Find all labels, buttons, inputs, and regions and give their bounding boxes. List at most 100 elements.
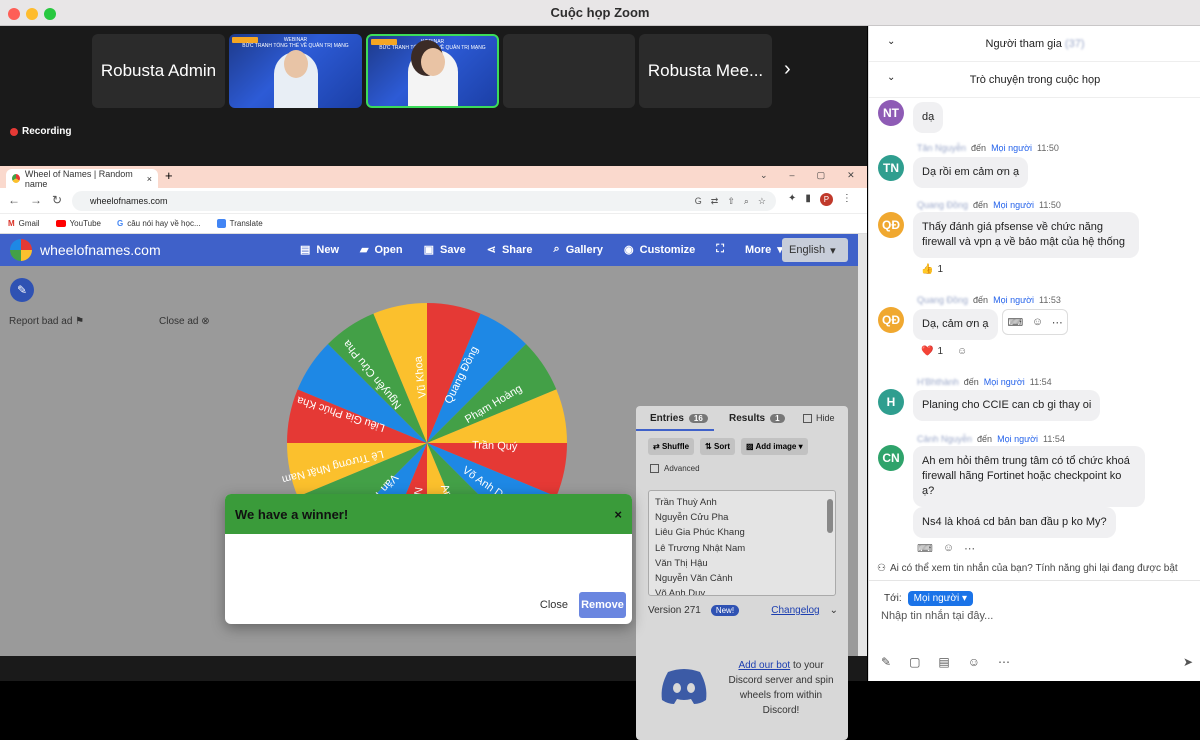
close-icon[interactable]: ✕ [847, 170, 855, 181]
participant-tile-empty[interactable] [503, 34, 635, 108]
chevron-down-icon[interactable]: ⌄ [887, 36, 895, 47]
bookmark-star-icon[interactable]: ☆ [758, 196, 766, 207]
more-icon[interactable]: ⋯ [1052, 316, 1063, 329]
share-icon[interactable]: ⇧ [727, 196, 735, 207]
chat-message[interactable]: Ns4 là khoá cd bản ban đầu p ko My? [913, 507, 1116, 538]
sidepanel-icon[interactable]: ▮ [805, 193, 811, 206]
minimize-icon[interactable]: – [790, 170, 795, 181]
recipient-link[interactable]: Mọi người [991, 143, 1032, 153]
chat-message[interactable]: Ah em hỏi thêm trung tâm có tổ chức khoá… [913, 446, 1145, 507]
nav-new[interactable]: ▤ New [300, 243, 339, 257]
emoji-icon[interactable]: ☺ [968, 655, 980, 669]
entries-scrollbar[interactable] [827, 499, 833, 533]
modal-remove-button[interactable]: Remove [579, 592, 626, 618]
nav-share[interactable]: ⋖ Share [487, 243, 533, 257]
chat-message[interactable]: Planing cho CCIE can cb gi thay oi [913, 390, 1101, 421]
fullscreen-icon[interactable]: ⛶ [716, 243, 724, 256]
chat-header[interactable]: ⌄ Trò chuyện trong cuộc họp [869, 62, 1200, 98]
nav-more[interactable]: More ▾ [745, 243, 783, 257]
nav-open[interactable]: ▰ Open [360, 243, 403, 257]
recipient-select[interactable]: Mọi người ▾ [907, 591, 973, 606]
tab-list-icon[interactable]: ⌄ [760, 170, 768, 181]
shuffle-button[interactable]: ⇄ Shuffle [648, 438, 695, 455]
tab-results[interactable]: Results 1 [729, 413, 785, 424]
back-icon[interactable]: ← [8, 193, 20, 207]
close-ad-link[interactable]: Close ad ⊗ [159, 316, 210, 327]
next-page-icon[interactable]: › [784, 58, 791, 81]
file-icon[interactable]: ▤ [938, 655, 949, 669]
participants-header[interactable]: ⌄ Người tham gia (37) [869, 26, 1200, 62]
report-ad-link[interactable]: Report bad ad ⚑ [9, 316, 84, 327]
entries-textarea[interactable]: Trần Thuỳ Anh Nguyễn Cửu Pha Liêu Gia Phúc… [648, 490, 836, 596]
site-name[interactable]: wheelofnames.com [40, 242, 161, 258]
screenshot-icon[interactable]: ▢ [909, 655, 920, 669]
privacy-note[interactable]: ⚇ Ai có thể xem tin nhắn của bạn? Tính nă… [877, 563, 1178, 574]
browser-tab[interactable]: Wheel of Names | Random name × [6, 169, 158, 189]
page-scrollbar[interactable] [858, 234, 867, 656]
chevron-down-icon: ▾ [798, 442, 803, 451]
advanced-checkbox[interactable]: Advanced [650, 464, 700, 473]
participant-video-1[interactable]: WEBINAR BỨC TRANH TỔNG THỂ VỀ QUẢN TRỊ MẠ… [229, 34, 362, 108]
recipient-link[interactable]: Mọi người [984, 377, 1025, 387]
add-image-button[interactable]: ▨ Add image ▾ [740, 438, 808, 455]
new-tab-button[interactable]: + [165, 168, 173, 183]
add-reaction-icon[interactable]: ☺ [943, 542, 954, 555]
forward-icon[interactable]: → [30, 193, 42, 207]
timestamp: 11:54 [1029, 377, 1052, 387]
zoom-icon[interactable]: ⌕ [744, 196, 749, 207]
hide-checkbox[interactable]: Hide [803, 413, 835, 423]
google-icon[interactable]: G [695, 196, 702, 207]
restore-icon[interactable]: ▢ [817, 170, 826, 181]
send-icon[interactable]: ➤ [1183, 655, 1193, 669]
modal-close-icon[interactable]: × [614, 507, 622, 522]
nav-gallery[interactable]: ⌕ Gallery [554, 243, 603, 256]
bookmark-translate[interactable]: Translate [216, 219, 263, 228]
timestamp: 11:50 [1037, 143, 1059, 153]
reply-icon[interactable]: ⌨ [1007, 316, 1023, 329]
profile-avatar[interactable]: P [819, 193, 833, 206]
chat-message[interactable]: Thấy đánh giá pfsense về chức năng firew… [913, 212, 1139, 258]
reply-icon[interactable]: ⌨ [917, 542, 933, 555]
minimize-window-button[interactable] [26, 8, 38, 20]
add-bot-link[interactable]: Add our bot [738, 660, 790, 671]
participant-tile-meeting[interactable]: Robusta Mee... [639, 34, 772, 108]
recipient-link[interactable]: Mọi người [993, 295, 1034, 305]
reaction[interactable]: ❤️ 1 ☺ [921, 346, 967, 357]
bookmark-youtube[interactable]: YouTube [55, 219, 101, 228]
add-reaction-icon[interactable]: ☺ [1032, 316, 1043, 328]
recipient-link[interactable]: Mọi người [997, 434, 1038, 444]
chevron-down-icon[interactable]: ⌄ [830, 605, 838, 616]
language-select[interactable]: English ▾ [782, 238, 848, 262]
translate-icon[interactable]: ⇄ [711, 196, 719, 207]
participant-tile-admin[interactable]: Robusta Admin [92, 34, 225, 108]
participant-video-2-active[interactable]: WEBINARBỨC TRANH TỔNG THỂ VỀ QUẢN TRỊ MẠ… [366, 34, 499, 108]
close-window-button[interactable] [8, 8, 20, 20]
tab-entries[interactable]: Entries 16 [650, 413, 708, 424]
maximize-window-button[interactable] [44, 8, 56, 20]
sort-button[interactable]: ⇅ Sort [700, 438, 735, 455]
bookmark-google[interactable]: Gcâu nói hay về học... [117, 219, 201, 228]
more-icon[interactable]: ⋯ [964, 542, 975, 555]
shuffle-icon: ⇄ [653, 442, 660, 451]
nav-save[interactable]: ▣ Save [424, 243, 466, 257]
menu-kebab-icon[interactable]: ⋮ [842, 193, 852, 206]
chat-message[interactable]: Dạ, cảm ơn ạ [913, 309, 998, 340]
modal-close-button[interactable]: Close [540, 599, 568, 611]
chevron-down-icon[interactable]: ⌄ [887, 72, 895, 83]
format-icon[interactable]: ✎ [881, 655, 891, 669]
message-input[interactable]: Nhập tin nhắn tại đây... [881, 610, 993, 622]
changelog-link[interactable]: Changelog [771, 605, 819, 616]
chat-message[interactable]: dạ [913, 102, 944, 133]
more-icon[interactable]: ⋯ [998, 655, 1010, 669]
nav-customize[interactable]: ◉ Customize [624, 243, 695, 257]
bookmark-gmail[interactable]: M Gmail [8, 219, 40, 228]
address-bar[interactable]: wheelofnames.com G ⇄ ⇧ ⌕ ☆ [72, 191, 776, 211]
chat-message[interactable]: Dạ rồi em cảm ơn ạ [913, 157, 1029, 188]
tab-close-icon[interactable]: × [147, 174, 152, 184]
edit-pencil-icon[interactable]: ✎ [10, 278, 34, 302]
extensions-icon[interactable]: ✦ [788, 193, 796, 206]
avatar: H [878, 389, 904, 415]
reaction[interactable]: 👍 1 [921, 264, 943, 275]
reload-icon[interactable]: ↻ [52, 193, 62, 207]
recipient-link[interactable]: Mọi người [993, 200, 1034, 210]
